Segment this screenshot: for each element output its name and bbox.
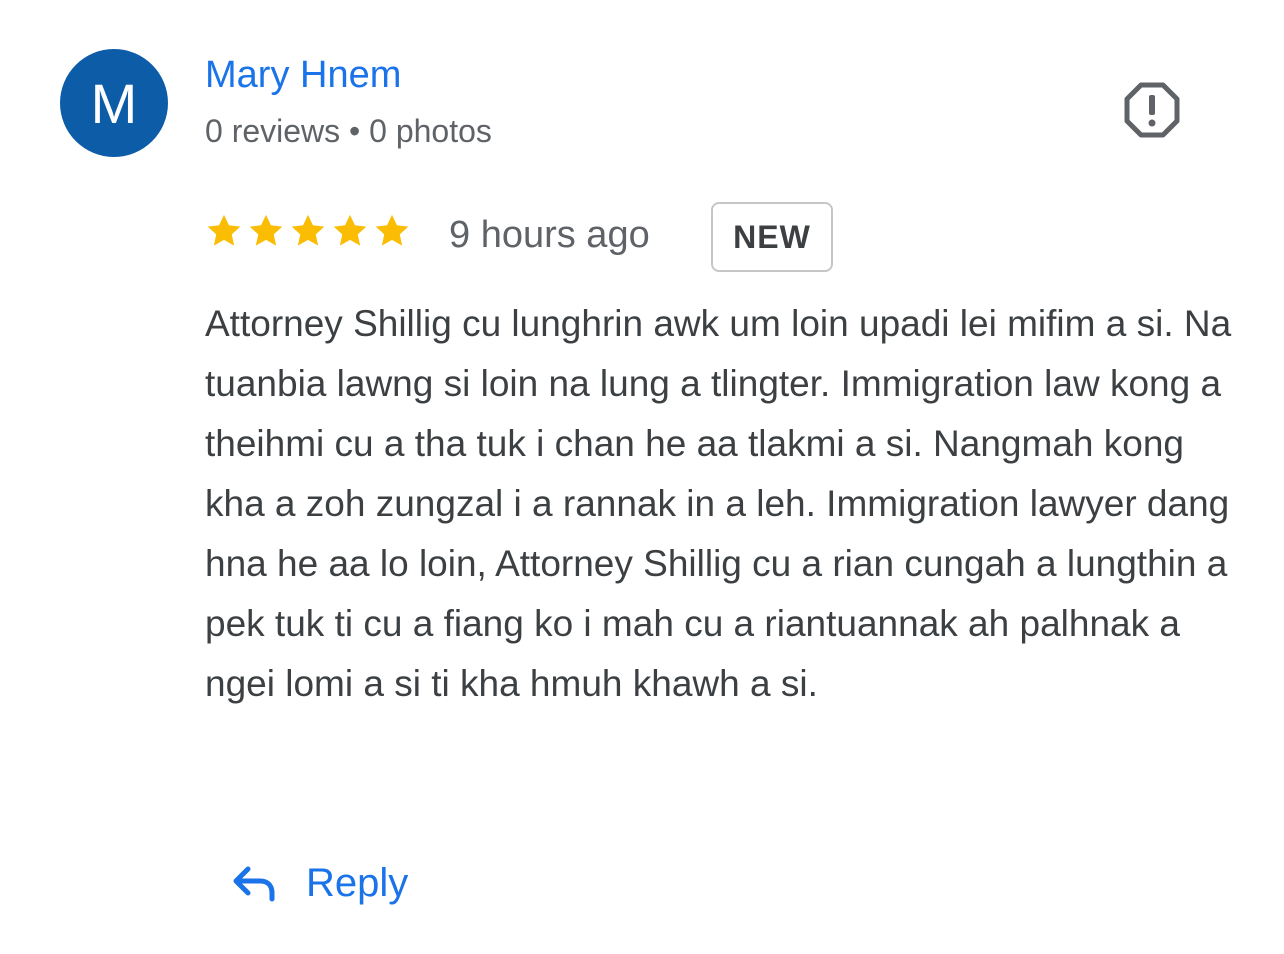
star-icon: [333, 214, 367, 246]
reply-arrow-icon: [233, 866, 275, 902]
report-icon: [1124, 82, 1180, 138]
author-meta: 0 reviews • 0 photos: [205, 113, 492, 149]
reply-label: Reply: [306, 860, 409, 905]
reply-button[interactable]: Reply: [230, 850, 408, 916]
star-icon: [291, 214, 325, 246]
review-text: Attorney Shillig cu lunghrin awk um loin…: [205, 303, 1232, 704]
star-icon: [249, 214, 283, 246]
author-name[interactable]: Mary Hnem: [205, 54, 401, 97]
report-button[interactable]: [1122, 80, 1182, 140]
avatar-initial: M: [90, 71, 138, 135]
star-icon: [375, 214, 409, 246]
avatar[interactable]: M: [60, 49, 168, 157]
star-icon: [207, 214, 241, 246]
new-badge: NEW: [711, 202, 833, 272]
star-rating: [205, 212, 411, 250]
review-time: 9 hours ago: [449, 214, 650, 256]
